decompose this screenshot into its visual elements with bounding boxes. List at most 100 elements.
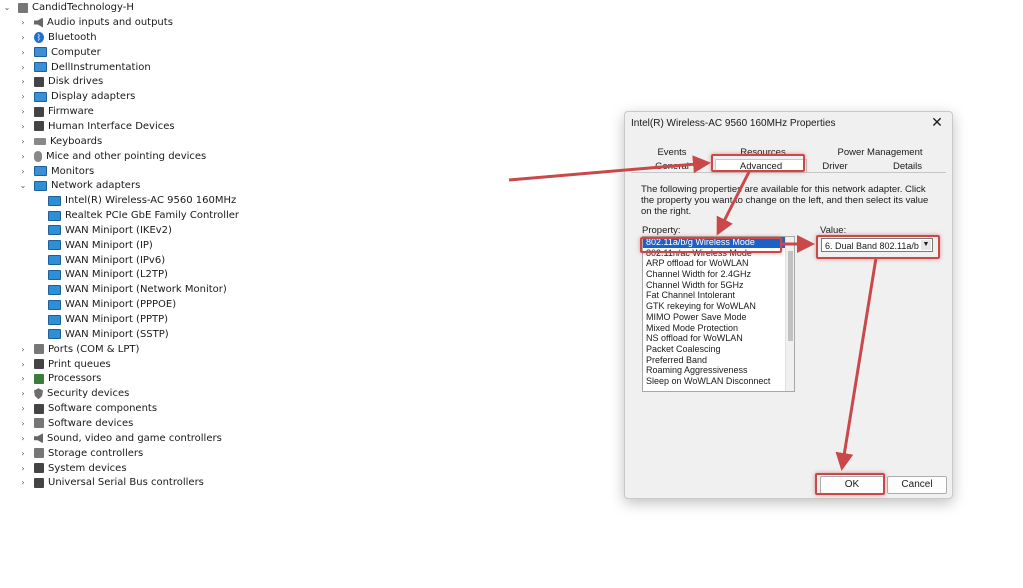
monitor-icon: [34, 166, 47, 176]
network-adapter-item[interactable]: Realtek PCIe GbE Family Controller: [48, 208, 239, 223]
scrollbar-thumb[interactable]: [788, 251, 793, 341]
tree-category[interactable]: › Display adapters: [18, 89, 135, 104]
chevron-right-icon[interactable]: ›: [18, 89, 28, 104]
tab-power-management[interactable]: Power Management: [825, 146, 935, 159]
property-item[interactable]: 802.11a/b/g Wireless Mode: [643, 237, 794, 248]
property-item[interactable]: Channel Width for 5GHz: [643, 280, 794, 291]
network-adapter-icon: [48, 195, 61, 206]
property-item[interactable]: GTK rekeying for WoWLAN: [643, 301, 794, 312]
security-icon: [34, 388, 43, 400]
value-dropdown[interactable]: 6. Dual Band 802.11a/b ▼: [821, 238, 933, 252]
tree-category[interactable]: › Software devices: [18, 416, 133, 431]
speaker-icon: [34, 17, 43, 28]
network-adapter-icon: [48, 240, 61, 251]
chevron-right-icon[interactable]: ›: [18, 416, 28, 431]
chevron-right-icon[interactable]: ›: [18, 15, 28, 30]
chevron-right-icon[interactable]: ›: [18, 45, 28, 60]
network-adapter-label: Realtek PCIe GbE Family Controller: [65, 210, 240, 222]
chevron-down-icon[interactable]: ▼: [921, 240, 931, 250]
property-item[interactable]: Packet Coalescing: [643, 344, 794, 355]
hid-icon: [34, 121, 44, 132]
dialog-title: Intel(R) Wireless-AC 9560 160MHz Propert…: [631, 118, 836, 129]
chevron-right-icon[interactable]: ›: [18, 104, 28, 119]
tree-category-label: Network adapters: [51, 180, 141, 192]
tree-category[interactable]: › Mice and other pointing devices: [18, 149, 206, 164]
chevron-right-icon[interactable]: ›: [18, 60, 28, 75]
property-list-scrollbar[interactable]: [785, 237, 794, 391]
tree-root[interactable]: ⌄ CandidTechnology-H: [2, 0, 134, 15]
network-adapter-item[interactable]: WAN Miniport (PPPOE): [48, 297, 176, 312]
tree-category[interactable]: › Keyboards: [18, 134, 102, 149]
tree-category[interactable]: › Security devices: [18, 386, 129, 401]
chevron-down-icon[interactable]: ⌄: [2, 0, 12, 15]
tree-category[interactable]: ⌄ Network adapters: [18, 178, 141, 193]
tree-category-label: Sound, video and game controllers: [47, 432, 222, 444]
tree-category[interactable]: › Human Interface Devices: [18, 119, 174, 134]
tab-resources[interactable]: Resources: [730, 146, 796, 159]
tree-category[interactable]: › ᛒ Bluetooth: [18, 30, 97, 45]
property-list[interactable]: 802.11a/b/g Wireless Mode 802.11n/ac Wire…: [642, 236, 795, 392]
tree-category-label: Storage controllers: [48, 447, 144, 459]
chevron-right-icon[interactable]: ›: [18, 119, 28, 134]
mouse-icon: [34, 150, 42, 162]
chevron-right-icon[interactable]: ›: [18, 371, 28, 386]
chevron-right-icon[interactable]: ›: [18, 401, 28, 416]
tree-category[interactable]: › Computer: [18, 45, 100, 60]
chevron-right-icon[interactable]: ›: [18, 446, 28, 461]
property-item[interactable]: NS offload for WoWLAN: [643, 333, 794, 344]
property-item[interactable]: Preferred Band: [643, 355, 794, 366]
close-icon[interactable]: ✕: [928, 114, 946, 131]
tree-category-label: Keyboards: [50, 135, 103, 147]
ok-button[interactable]: OK: [820, 476, 884, 494]
tree-category[interactable]: › Print queues: [18, 357, 110, 372]
network-adapter-label: WAN Miniport (SSTP): [65, 328, 169, 340]
tree-category[interactable]: › Audio inputs and outputs: [18, 15, 173, 30]
chevron-right-icon[interactable]: ›: [18, 30, 28, 45]
network-icon: [34, 180, 47, 191]
chevron-right-icon[interactable]: ›: [18, 461, 28, 476]
tree-category[interactable]: › Storage controllers: [18, 446, 143, 461]
chevron-right-icon[interactable]: ›: [18, 149, 28, 164]
chevron-right-icon[interactable]: ›: [18, 475, 28, 490]
tree-category[interactable]: › Universal Serial Bus controllers: [18, 475, 204, 490]
tree-category[interactable]: › Firmware: [18, 104, 93, 119]
cancel-button[interactable]: Cancel: [887, 476, 947, 494]
chevron-right-icon[interactable]: ›: [18, 164, 28, 179]
network-adapter-item[interactable]: WAN Miniport (Network Monitor): [48, 282, 227, 297]
network-adapter-item[interactable]: WAN Miniport (PPTP): [48, 312, 168, 327]
tree-category[interactable]: › Monitors: [18, 164, 94, 179]
chevron-down-icon[interactable]: ⌄: [18, 178, 28, 193]
network-adapter-item[interactable]: Intel(R) Wireless-AC 9560 160MHz: [48, 193, 236, 208]
tree-category[interactable]: › Disk drives: [18, 74, 103, 89]
network-adapter-item[interactable]: WAN Miniport (L2TP): [48, 267, 168, 282]
property-item[interactable]: Roaming Aggressiveness: [643, 365, 794, 376]
tab-events[interactable]: Events: [645, 146, 699, 159]
tree-category[interactable]: › Ports (COM & LPT): [18, 342, 139, 357]
chevron-right-icon[interactable]: ›: [18, 342, 28, 357]
tree-category[interactable]: › DellInstrumentation: [18, 60, 150, 75]
network-adapter-item[interactable]: WAN Miniport (IP): [48, 238, 153, 253]
property-item[interactable]: Sleep on WoWLAN Disconnect: [643, 376, 794, 387]
property-item[interactable]: ARP offload for WoWLAN: [643, 258, 794, 269]
property-item[interactable]: MIMO Power Save Mode: [643, 312, 794, 323]
network-adapter-item[interactable]: WAN Miniport (SSTP): [48, 327, 169, 342]
tree-category[interactable]: › Sound, video and game controllers: [18, 431, 222, 446]
property-item[interactable]: Channel Width for 2.4GHz: [643, 269, 794, 280]
property-item[interactable]: Mixed Mode Protection: [643, 323, 794, 334]
network-adapter-item[interactable]: WAN Miniport (IKEv2): [48, 223, 172, 238]
property-item[interactable]: Fat Channel Intolerant: [643, 290, 794, 301]
tree-category[interactable]: › System devices: [18, 461, 126, 476]
network-adapter-icon: [48, 314, 61, 325]
chevron-right-icon[interactable]: ›: [18, 431, 28, 446]
chevron-right-icon[interactable]: ›: [18, 134, 28, 149]
tree-category[interactable]: › Processors: [18, 371, 101, 386]
chevron-right-icon[interactable]: ›: [18, 357, 28, 372]
tree-category[interactable]: › Software components: [18, 401, 157, 416]
chevron-right-icon[interactable]: ›: [18, 74, 28, 89]
chevron-right-icon[interactable]: ›: [18, 386, 28, 401]
property-item[interactable]: 802.11n/ac Wireless Mode: [643, 248, 794, 259]
network-adapter-item[interactable]: WAN Miniport (IPv6): [48, 253, 165, 268]
value-dropdown-text: 6. Dual Band 802.11a/b: [825, 241, 919, 251]
tab-advanced[interactable]: Advanced: [715, 159, 807, 173]
disk-icon: [34, 76, 44, 87]
